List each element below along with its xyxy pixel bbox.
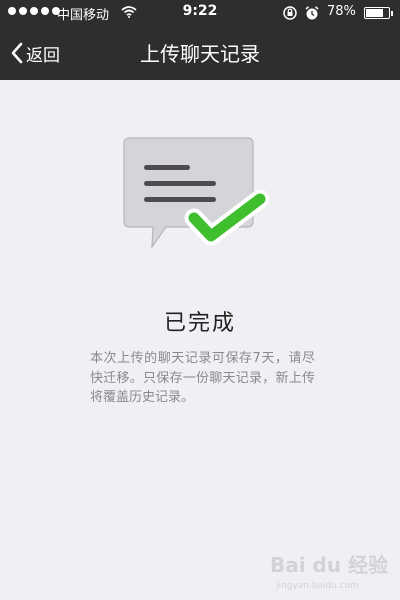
header-bar: 中国移动 9:22 78% 返回 上传聊天记录 [0, 0, 400, 80]
rotation-lock-icon [283, 6, 297, 20]
baidu-jingyan-watermark: Bai du 经验 jingyan.baidu.com [270, 553, 388, 591]
alarm-icon [305, 6, 319, 20]
chat-bubble-check-icon [123, 137, 270, 250]
page-title: 上传聊天记录 [140, 42, 260, 66]
watermark-url: jingyan.baidu.com [275, 581, 359, 591]
status-bar: 中国移动 9:22 78% [0, 0, 400, 26]
battery-percent: 78% [327, 4, 356, 19]
completion-description: 本次上传的聊天记录可保存7天，请尽快迁移。只保存一份聊天记录，新上传将覆盖历史记… [90, 351, 315, 405]
completion-title: 已完成 [163, 311, 236, 336]
navigation-bar: 返回 上传聊天记录 [0, 26, 400, 80]
watermark-text: Bai du 经验 [270, 553, 388, 577]
battery-icon [364, 7, 393, 19]
